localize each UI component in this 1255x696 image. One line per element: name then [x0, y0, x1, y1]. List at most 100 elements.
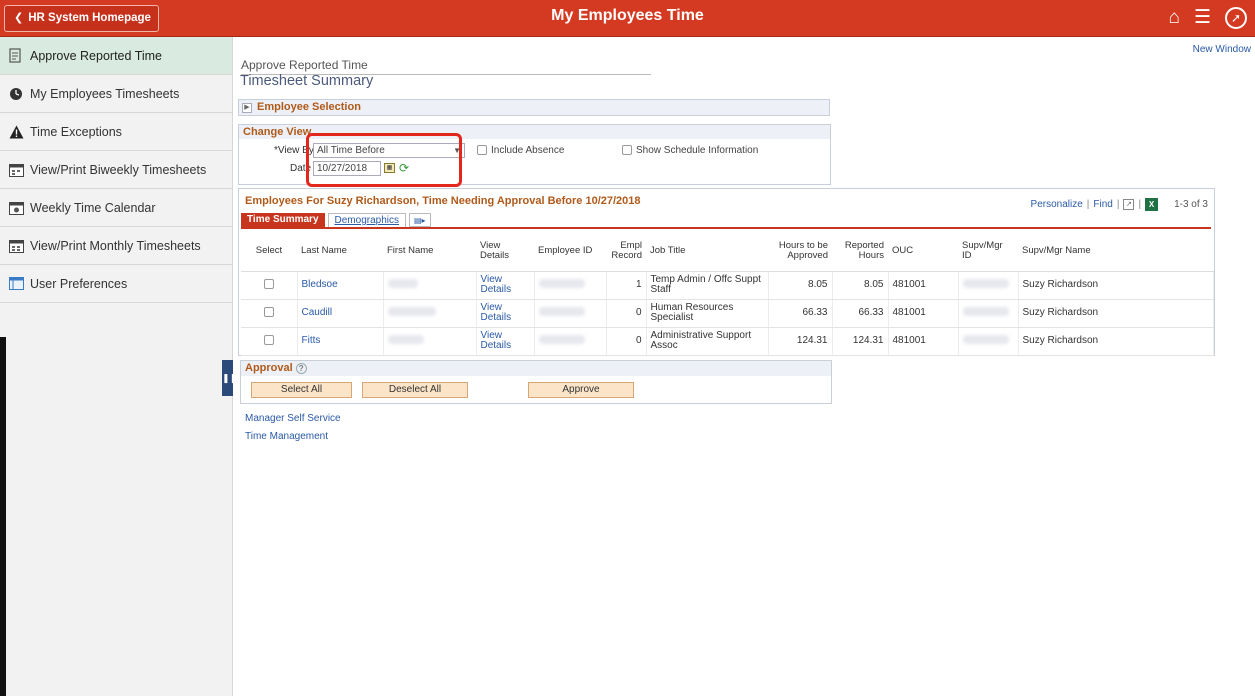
col-supv-mgr-id[interactable]: Supv/Mgr ID [958, 231, 1018, 272]
sidebar-item-user-preferences[interactable]: User Preferences [0, 265, 232, 303]
col-reported-hours[interactable]: Reported Hours [832, 231, 888, 272]
navbar-compass-icon[interactable]: ➚ [1225, 7, 1247, 29]
sidebar-item-label: View/Print Biweekly Timesheets [30, 162, 207, 177]
sidebar-item-weekly-time-calendar[interactable]: Weekly Time Calendar [0, 189, 232, 227]
sidebar: Approve Reported Time My Employees Times… [0, 37, 233, 696]
view-all-icon[interactable]: ↗ [1123, 199, 1135, 210]
supv-mgr-name-cell: Suzy Richardson [1018, 271, 1214, 300]
calendar-icon [8, 238, 24, 254]
ouc-cell: 481001 [888, 327, 959, 356]
redacted-supv-id [962, 307, 1009, 316]
row-select-checkbox[interactable] [263, 334, 274, 345]
table-row: Bledsoe View Details 1 Temp Admin / Offc… [241, 271, 1214, 300]
view-details-link[interactable]: View Details [481, 274, 512, 295]
home-icon[interactable]: ⌂ [1168, 7, 1179, 29]
sidebar-item-label: User Preferences [30, 276, 128, 291]
approval-section: Approval? Select All Deselect All Approv… [240, 360, 832, 404]
time-management-link[interactable]: Time Management [245, 431, 341, 449]
employee-selection-label: Employee Selection [257, 101, 361, 113]
col-ouc[interactable]: OUC [888, 231, 958, 272]
redacted-employee-id [538, 279, 585, 288]
excel-download-icon[interactable]: X [1145, 198, 1159, 211]
show-schedule-checkbox[interactable] [622, 145, 632, 155]
manager-self-service-link[interactable]: Manager Self Service [245, 413, 341, 431]
page-title: Timesheet Summary [240, 73, 374, 89]
last-name-cell: Bledsoe [297, 271, 384, 300]
employees-table: Select Last Name First Name View Details… [241, 231, 1214, 356]
sidebar-item-label: My Employees Timesheets [30, 86, 180, 101]
sidebar-item-time-exceptions[interactable]: Time Exceptions [0, 113, 232, 151]
row-count: 1-3 of 3 [1174, 199, 1208, 210]
sidebar-item-approve-reported-time[interactable]: Approve Reported Time [0, 37, 232, 75]
hours-to-be-approved-cell: 66.33 [768, 299, 833, 328]
row-select-checkbox[interactable] [263, 306, 274, 317]
supv-mgr-name-cell: Suzy Richardson [1018, 299, 1214, 328]
find-link[interactable]: Find [1093, 199, 1112, 210]
view-details-link[interactable]: View Details [481, 302, 512, 323]
view-details-cell: View Details [476, 327, 535, 356]
redacted-employee-id [538, 335, 585, 344]
job-title-cell: Human Resources Specialist [646, 299, 769, 328]
tab-time-summary[interactable]: Time Summary [241, 213, 325, 227]
approve-button[interactable]: Approve [528, 382, 634, 398]
grid-title: Employees For Suzy Richardson, Time Need… [245, 195, 641, 207]
col-employee-id[interactable]: Employee ID [534, 231, 606, 272]
annotation-highlight-box [306, 133, 462, 187]
sidebar-item-label: View/Print Monthly Timesheets [30, 238, 201, 253]
employee-id-cell [534, 327, 607, 356]
last-name-cell: Caudill [297, 299, 384, 328]
select-all-button[interactable]: Select All [251, 382, 352, 398]
separator: | [1116, 199, 1120, 210]
last-name-link[interactable]: Caudill [302, 307, 333, 318]
redacted-supv-id [962, 335, 1009, 344]
col-empl-record[interactable]: Empl Record [606, 231, 646, 272]
reported-hours-cell: 8.05 [832, 271, 889, 300]
last-name-link[interactable]: Bledsoe [302, 279, 338, 290]
col-job-title[interactable]: Job Title [646, 231, 768, 272]
show-all-columns-icon[interactable]: ▤▸ [409, 213, 431, 227]
approval-label: Approval [245, 362, 293, 374]
col-last-name[interactable]: Last Name [297, 231, 383, 272]
sidebar-item-my-employees-timesheets[interactable]: My Employees Timesheets [0, 75, 232, 113]
approval-header: Approval? [241, 361, 831, 376]
hours-to-be-approved-cell: 124.31 [768, 327, 833, 356]
col-supv-mgr-name[interactable]: Supv/Mgr Name [1018, 231, 1214, 272]
sidebar-edge [0, 337, 6, 696]
col-first-name[interactable]: First Name [383, 231, 476, 272]
sidebar-item-view-print-biweekly-timesheets[interactable]: View/Print Biweekly Timesheets [0, 151, 232, 189]
grid-tabs: Time Summary Demographics ▤▸ [241, 213, 431, 227]
last-name-cell: Fitts [297, 327, 384, 356]
redacted-employee-id [538, 307, 585, 316]
calendar-icon [8, 200, 24, 216]
empl-record-cell: 1 [606, 271, 647, 300]
redacted-supv-id [962, 279, 1009, 288]
help-icon[interactable]: ? [295, 363, 307, 374]
view-details-cell: View Details [476, 299, 535, 328]
sidebar-item-label: Approve Reported Time [30, 48, 163, 63]
sidebar-item-view-print-monthly-timesheets[interactable]: View/Print Monthly Timesheets [0, 227, 232, 265]
supv-mgr-id-cell [958, 299, 1019, 328]
first-name-cell [383, 299, 477, 328]
menu-icon[interactable]: ☰ [1194, 7, 1211, 29]
supv-mgr-id-cell [958, 327, 1019, 356]
tab-demographics[interactable]: Demographics [327, 213, 406, 227]
tab-underline [241, 227, 1211, 229]
ouc-cell: 481001 [888, 271, 959, 300]
select-cell [241, 271, 298, 300]
view-details-link[interactable]: View Details [481, 330, 512, 351]
row-select-checkbox[interactable] [263, 278, 274, 289]
collapse-panel-handle[interactable]: ❚❚ [222, 360, 237, 396]
sidebar-item-label: Time Exceptions [30, 124, 122, 139]
col-hours-to-be-approved[interactable]: Hours to be Approved [768, 231, 832, 272]
warning-icon [8, 124, 24, 140]
reported-hours-cell: 66.33 [832, 299, 889, 328]
employee-selection-section[interactable]: ▶ Employee Selection [238, 99, 830, 116]
last-name-link[interactable]: Fitts [302, 335, 321, 346]
include-absence-checkbox[interactable] [477, 145, 487, 155]
personalize-link[interactable]: Personalize [1031, 199, 1083, 210]
redacted-first-name [387, 279, 418, 288]
expand-icon[interactable]: ▶ [242, 103, 252, 113]
sidebar-item-label: Weekly Time Calendar [30, 200, 156, 215]
deselect-all-button[interactable]: Deselect All [362, 382, 468, 398]
job-title-cell: Administrative Support Assoc [646, 327, 769, 356]
